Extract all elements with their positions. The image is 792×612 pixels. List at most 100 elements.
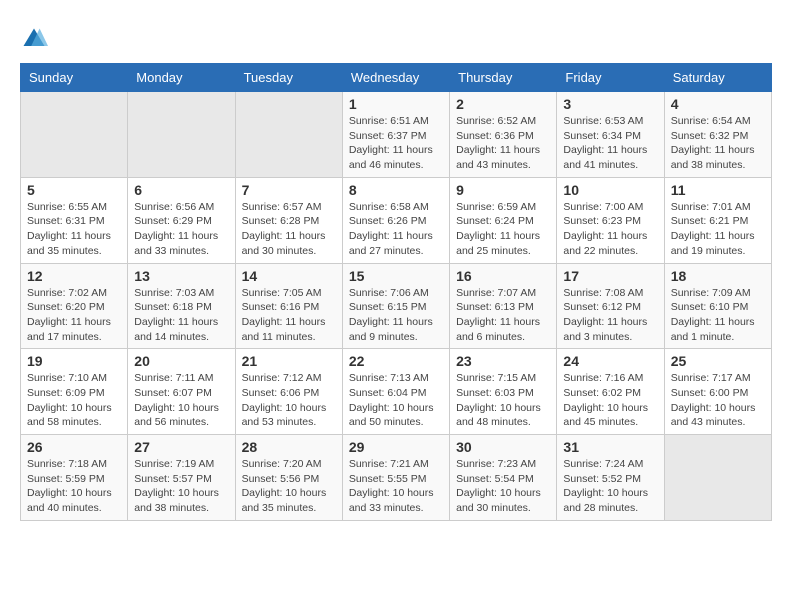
calendar-cell: 31 Sunrise: 7:24 AM Sunset: 5:52 PM Dayli… (557, 435, 664, 521)
day-number: 25 (671, 353, 765, 369)
day-number: 11 (671, 182, 765, 198)
day-number: 16 (456, 268, 550, 284)
day-info: Sunrise: 7:07 AM Sunset: 6:13 PM Dayligh… (456, 286, 550, 345)
day-number: 8 (349, 182, 443, 198)
calendar-cell: 28 Sunrise: 7:20 AM Sunset: 5:56 PM Dayli… (235, 435, 342, 521)
calendar-cell: 23 Sunrise: 7:15 AM Sunset: 6:03 PM Dayli… (450, 349, 557, 435)
day-info: Sunrise: 7:06 AM Sunset: 6:15 PM Dayligh… (349, 286, 443, 345)
day-number: 13 (134, 268, 228, 284)
day-number: 5 (27, 182, 121, 198)
calendar-cell: 16 Sunrise: 7:07 AM Sunset: 6:13 PM Dayli… (450, 263, 557, 349)
calendar-cell: 7 Sunrise: 6:57 AM Sunset: 6:28 PM Daylig… (235, 177, 342, 263)
day-number: 9 (456, 182, 550, 198)
calendar-cell: 5 Sunrise: 6:55 AM Sunset: 6:31 PM Daylig… (21, 177, 128, 263)
day-number: 29 (349, 439, 443, 455)
day-number: 21 (242, 353, 336, 369)
calendar-cell: 29 Sunrise: 7:21 AM Sunset: 5:55 PM Dayli… (342, 435, 449, 521)
calendar-cell (235, 92, 342, 178)
day-number: 17 (563, 268, 657, 284)
calendar-cell: 13 Sunrise: 7:03 AM Sunset: 6:18 PM Dayli… (128, 263, 235, 349)
day-info: Sunrise: 7:16 AM Sunset: 6:02 PM Dayligh… (563, 371, 657, 430)
calendar-table: SundayMondayTuesdayWednesdayThursdayFrid… (20, 63, 772, 521)
day-number: 10 (563, 182, 657, 198)
weekday-header: Wednesday (342, 64, 449, 92)
calendar-cell: 14Sunrise: 7:05 AM Sunset: 6:16 PM Dayli… (235, 263, 342, 349)
calendar-cell: 26 Sunrise: 7:18 AM Sunset: 5:59 PM Dayli… (21, 435, 128, 521)
day-number: 7 (242, 182, 336, 198)
weekday-header: Sunday (21, 64, 128, 92)
day-info: Sunrise: 6:52 AM Sunset: 6:36 PM Dayligh… (456, 114, 550, 173)
calendar-cell: 18Sunrise: 7:09 AM Sunset: 6:10 PM Dayli… (664, 263, 771, 349)
day-info: Sunrise: 7:10 AM Sunset: 6:09 PM Dayligh… (27, 371, 121, 430)
logo (20, 25, 52, 53)
calendar-cell: 2 Sunrise: 6:52 AM Sunset: 6:36 PM Daylig… (450, 92, 557, 178)
day-number: 31 (563, 439, 657, 455)
logo-icon (20, 25, 48, 53)
day-number: 20 (134, 353, 228, 369)
day-info: Sunrise: 7:23 AM Sunset: 5:54 PM Dayligh… (456, 457, 550, 516)
day-number: 18 (671, 268, 765, 284)
calendar-cell: 24 Sunrise: 7:16 AM Sunset: 6:02 PM Dayli… (557, 349, 664, 435)
calendar-cell (664, 435, 771, 521)
calendar-header-row: SundayMondayTuesdayWednesdayThursdayFrid… (21, 64, 772, 92)
day-info: Sunrise: 7:21 AM Sunset: 5:55 PM Dayligh… (349, 457, 443, 516)
weekday-header: Thursday (450, 64, 557, 92)
day-number: 30 (456, 439, 550, 455)
day-number: 14 (242, 268, 336, 284)
calendar-cell: 30 Sunrise: 7:23 AM Sunset: 5:54 PM Dayli… (450, 435, 557, 521)
day-info: Sunrise: 7:08 AM Sunset: 6:12 PM Dayligh… (563, 286, 657, 345)
calendar-cell: 4Sunrise: 6:54 AM Sunset: 6:32 PM Daylig… (664, 92, 771, 178)
day-number: 12 (27, 268, 121, 284)
calendar-cell: 20 Sunrise: 7:11 AM Sunset: 6:07 PM Dayli… (128, 349, 235, 435)
day-number: 28 (242, 439, 336, 455)
day-info: Sunrise: 7:20 AM Sunset: 5:56 PM Dayligh… (242, 457, 336, 516)
day-info: Sunrise: 6:51 AM Sunset: 6:37 PM Dayligh… (349, 114, 443, 173)
calendar-cell: 12 Sunrise: 7:02 AM Sunset: 6:20 PM Dayli… (21, 263, 128, 349)
calendar-cell: 11 Sunrise: 7:01 AM Sunset: 6:21 PM Dayli… (664, 177, 771, 263)
day-info: Sunrise: 7:00 AM Sunset: 6:23 PM Dayligh… (563, 200, 657, 259)
day-info: Sunrise: 7:18 AM Sunset: 5:59 PM Dayligh… (27, 457, 121, 516)
day-info: Sunrise: 6:57 AM Sunset: 6:28 PM Dayligh… (242, 200, 336, 259)
weekday-header: Tuesday (235, 64, 342, 92)
day-info: Sunrise: 7:01 AM Sunset: 6:21 PM Dayligh… (671, 200, 765, 259)
day-info: Sunrise: 7:02 AM Sunset: 6:20 PM Dayligh… (27, 286, 121, 345)
calendar-week-row: 5 Sunrise: 6:55 AM Sunset: 6:31 PM Daylig… (21, 177, 772, 263)
calendar-cell (21, 92, 128, 178)
calendar-week-row: 19 Sunrise: 7:10 AM Sunset: 6:09 PM Dayli… (21, 349, 772, 435)
day-number: 19 (27, 353, 121, 369)
calendar-week-row: 1 Sunrise: 6:51 AM Sunset: 6:37 PM Daylig… (21, 92, 772, 178)
weekday-header: Saturday (664, 64, 771, 92)
day-info: Sunrise: 6:53 AM Sunset: 6:34 PM Dayligh… (563, 114, 657, 173)
day-info: Sunrise: 7:12 AM Sunset: 6:06 PM Dayligh… (242, 371, 336, 430)
day-info: Sunrise: 7:03 AM Sunset: 6:18 PM Dayligh… (134, 286, 228, 345)
weekday-header: Friday (557, 64, 664, 92)
day-number: 2 (456, 96, 550, 112)
calendar-cell (128, 92, 235, 178)
day-number: 27 (134, 439, 228, 455)
day-info: Sunrise: 6:59 AM Sunset: 6:24 PM Dayligh… (456, 200, 550, 259)
calendar-cell: 19 Sunrise: 7:10 AM Sunset: 6:09 PM Dayli… (21, 349, 128, 435)
day-info: Sunrise: 6:56 AM Sunset: 6:29 PM Dayligh… (134, 200, 228, 259)
calendar-cell: 10 Sunrise: 7:00 AM Sunset: 6:23 PM Dayli… (557, 177, 664, 263)
calendar-cell: 1 Sunrise: 6:51 AM Sunset: 6:37 PM Daylig… (342, 92, 449, 178)
day-info: Sunrise: 7:11 AM Sunset: 6:07 PM Dayligh… (134, 371, 228, 430)
calendar-cell: 27 Sunrise: 7:19 AM Sunset: 5:57 PM Dayli… (128, 435, 235, 521)
page-header (20, 20, 772, 53)
day-info: Sunrise: 7:15 AM Sunset: 6:03 PM Dayligh… (456, 371, 550, 430)
day-number: 4 (671, 96, 765, 112)
day-number: 23 (456, 353, 550, 369)
day-info: Sunrise: 6:58 AM Sunset: 6:26 PM Dayligh… (349, 200, 443, 259)
calendar-cell: 21 Sunrise: 7:12 AM Sunset: 6:06 PM Dayli… (235, 349, 342, 435)
day-number: 6 (134, 182, 228, 198)
day-number: 1 (349, 96, 443, 112)
day-number: 24 (563, 353, 657, 369)
calendar-cell: 8 Sunrise: 6:58 AM Sunset: 6:26 PM Daylig… (342, 177, 449, 263)
day-info: Sunrise: 7:19 AM Sunset: 5:57 PM Dayligh… (134, 457, 228, 516)
day-info: Sunrise: 7:13 AM Sunset: 6:04 PM Dayligh… (349, 371, 443, 430)
day-number: 26 (27, 439, 121, 455)
calendar-cell: 17 Sunrise: 7:08 AM Sunset: 6:12 PM Dayli… (557, 263, 664, 349)
day-info: Sunrise: 7:24 AM Sunset: 5:52 PM Dayligh… (563, 457, 657, 516)
day-number: 3 (563, 96, 657, 112)
day-info: Sunrise: 6:55 AM Sunset: 6:31 PM Dayligh… (27, 200, 121, 259)
calendar-cell: 6 Sunrise: 6:56 AM Sunset: 6:29 PM Daylig… (128, 177, 235, 263)
